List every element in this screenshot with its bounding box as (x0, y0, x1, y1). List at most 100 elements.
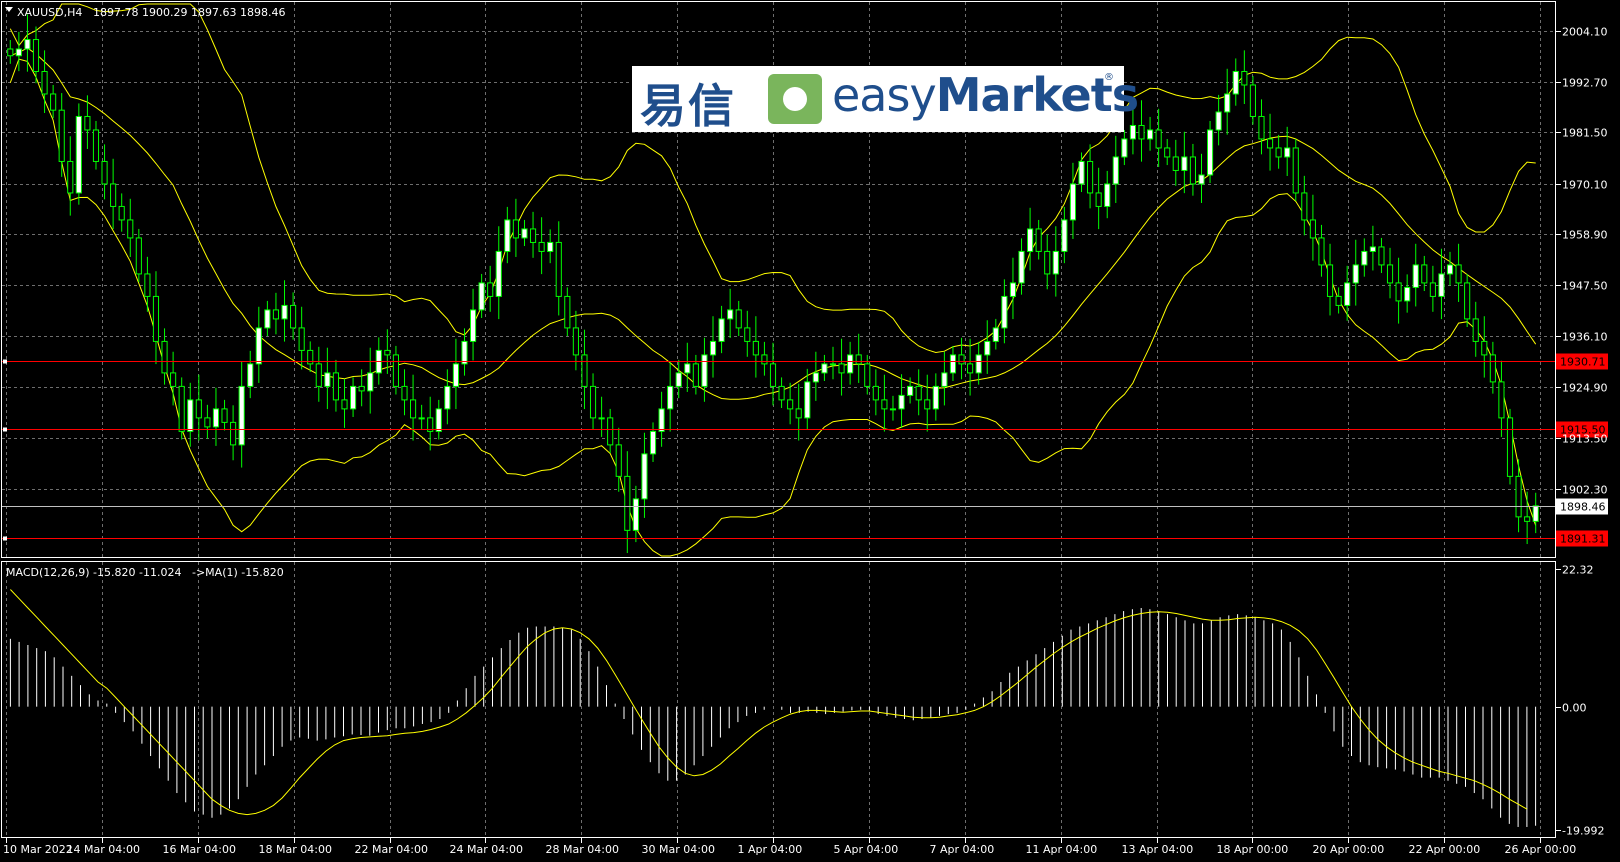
candle-bear (1035, 228, 1042, 252)
candle-bull (598, 417, 605, 420)
level-tag-label: 1891.31 (1560, 533, 1606, 546)
candle-bull (350, 385, 357, 410)
candle-bull (1206, 129, 1214, 176)
candle-bear (1087, 160, 1094, 194)
candle-bull (478, 282, 485, 311)
candle-bull (1104, 183, 1111, 207)
candle-bull (1404, 286, 1411, 302)
candle-bear (1172, 156, 1179, 171)
x-tick-label: 1 Apr 04:00 (738, 843, 803, 856)
x-tick-label: 24 Mar 04:00 (450, 843, 523, 856)
current-price-label: 1898.46 (1560, 501, 1606, 514)
candle-bear (92, 129, 100, 162)
candle-bull (238, 385, 245, 446)
x-tick-label: 22 Mar 04:00 (355, 843, 428, 856)
candle-bear (1395, 282, 1402, 302)
macd-label: MACD(12,26,9) -15.820 -11.024 (6, 566, 181, 579)
candle-bear (1266, 138, 1274, 149)
candle-bull (1198, 174, 1205, 185)
candle-bull (1369, 246, 1376, 252)
candle-bear (589, 385, 597, 419)
candle-bull (187, 399, 194, 432)
candle-bull (684, 363, 691, 374)
candle-bull (469, 309, 477, 342)
candle-bear (1386, 264, 1394, 284)
candle-bull (709, 340, 717, 356)
candle-bear (1309, 219, 1316, 239)
x-tick-label: 18 Apr 00:00 (1217, 843, 1289, 856)
candle-bear (967, 363, 974, 374)
candle-bull (975, 354, 982, 374)
candle-bull (718, 318, 725, 342)
candle-bear (135, 237, 142, 275)
candle-bull (1069, 183, 1077, 221)
candle-bull (495, 250, 502, 297)
candle-bull (255, 327, 262, 365)
candle-bull (667, 385, 674, 410)
candle-bear (1275, 147, 1282, 158)
macd-ma-label: ->MA(1) -15.820 (192, 566, 284, 579)
candle-bear (358, 385, 365, 392)
candle-bull (949, 354, 957, 374)
easymarkets-logo: 易信 easyMarkets ® (632, 66, 1139, 133)
ohlc-values: 1897.78 1900.29 1897.63 1898.46 (93, 6, 285, 19)
candle-bull (444, 385, 451, 410)
y-tick-label: 1992.70 (1562, 77, 1608, 90)
candle-bear (581, 354, 588, 387)
candle-bear (529, 228, 537, 243)
candle-bull (212, 408, 220, 428)
candle-bear (1464, 282, 1471, 320)
y-tick-label: 1936.10 (1562, 331, 1608, 344)
candle-bull (649, 430, 657, 455)
candle-bull (24, 39, 31, 50)
candle-bull (847, 354, 854, 374)
macd-y-tick-label: -19.992 (1562, 825, 1604, 838)
x-tick-label: 11 Apr 04:00 (1026, 843, 1098, 856)
candle-bull (898, 394, 905, 410)
candle-bull (1284, 147, 1291, 158)
candle-bull (1181, 156, 1188, 171)
candle-bear (341, 399, 348, 410)
candle-bear (752, 340, 759, 356)
candle-bear (384, 349, 391, 356)
y-tick-label: 1902.30 (1562, 484, 1608, 497)
candle-bull (504, 219, 511, 252)
candle-bear (915, 385, 922, 401)
candle-bear (572, 327, 579, 356)
candle-bear (958, 354, 965, 365)
level-anchor (3, 536, 7, 541)
candle-bear (195, 399, 202, 419)
candle-bear (144, 273, 151, 297)
candle-bull (418, 417, 425, 420)
candle-bear (607, 417, 614, 446)
macd-panel-grid (6, 562, 1541, 837)
band-lower-line (9, 58, 1537, 557)
candle-bull (1061, 219, 1068, 252)
candle-bull (15, 48, 22, 57)
candle-bull (1129, 124, 1137, 140)
candle-bear (744, 327, 751, 342)
candle-bear (298, 327, 305, 351)
candle-bear (1378, 246, 1385, 266)
candle-bull (984, 340, 991, 356)
candle-bull (907, 385, 914, 396)
symbol-timeframe: XAUUSD,H4 (17, 6, 82, 19)
candle-bear (58, 109, 65, 162)
candle-bear (538, 241, 545, 252)
candle-bull (1532, 505, 1539, 522)
candle-bear (67, 160, 74, 194)
candle-bear (152, 295, 160, 342)
macd-y-tick-label: 0.00 (1562, 702, 1587, 715)
y-tick-label: 1913.50 (1562, 433, 1608, 446)
x-tick-label: 7 Apr 04:00 (930, 843, 995, 856)
candle-bull (889, 408, 897, 411)
candle-bear (332, 372, 340, 401)
time-axis: 10 Mar 202214 Mar 04:00 16 Mar 04:00 18 Ma… (3, 838, 1576, 856)
candle-bull (632, 498, 639, 531)
candle-bull (641, 453, 648, 500)
candle-bear (1515, 475, 1522, 518)
candle-bull (1147, 129, 1154, 140)
candle-bull (1078, 160, 1085, 185)
candle-bear (769, 363, 777, 387)
candle-bull (658, 408, 665, 432)
